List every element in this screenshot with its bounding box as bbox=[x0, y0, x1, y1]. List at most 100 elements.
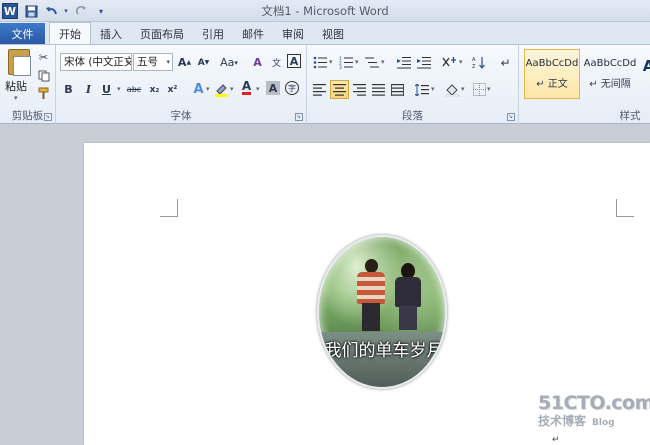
show-hide-marks-icon[interactable]: ↵ bbox=[497, 54, 514, 71]
align-center-button[interactable] bbox=[330, 80, 349, 99]
line-spacing-icon[interactable] bbox=[413, 81, 430, 98]
text-effects-dropdown-icon[interactable]: ▾ bbox=[206, 85, 210, 93]
change-case-icon[interactable]: Aa ▾ bbox=[218, 54, 240, 71]
shrink-font-icon[interactable]: A ▼ bbox=[195, 54, 212, 71]
italic-button[interactable]: I bbox=[80, 81, 97, 98]
font-name-dropdown-icon: ▾ bbox=[125, 58, 129, 66]
multilevel-list-dropdown-icon[interactable]: ▾ bbox=[381, 58, 385, 66]
numbering-icon[interactable]: 123 bbox=[337, 54, 354, 71]
font-size-dropdown-icon: ▾ bbox=[166, 58, 170, 66]
clipboard-group: 粘贴 ▾ ✂ 剪贴板 ↘ bbox=[0, 45, 56, 124]
styles-group: AaBbCcDd ↵ 正文 AaBbCcDd ↵ 无间隔 A 样式 bbox=[519, 45, 650, 124]
bullets-dropdown-icon[interactable]: ▾ bbox=[329, 58, 333, 66]
clipboard-launcher-icon[interactable]: ↘ bbox=[44, 113, 52, 121]
crop-mark-top-left bbox=[160, 199, 178, 217]
superscript-button[interactable]: x² bbox=[164, 81, 181, 98]
tab-references[interactable]: 引用 bbox=[193, 23, 233, 44]
increase-indent-icon[interactable] bbox=[415, 54, 432, 71]
font-group: 宋体 (中文正文) ▾ 五号 ▾ A ▲ A ▼ Aa ▾ A 文 A B I U ▾… bbox=[56, 45, 307, 124]
photo-person-left bbox=[357, 259, 385, 331]
text-effects-icon[interactable]: A bbox=[190, 81, 207, 98]
font-size-combo[interactable]: 五号 ▾ bbox=[133, 53, 173, 71]
font-color-dropdown-icon[interactable]: ▾ bbox=[256, 85, 260, 93]
tab-view[interactable]: 视图 bbox=[313, 23, 353, 44]
watermark-logo: 51CTO.com 技术博客 Blog bbox=[538, 392, 650, 429]
tab-mailings[interactable]: 邮件 bbox=[233, 23, 273, 44]
paragraph-launcher-icon[interactable]: ↘ bbox=[507, 113, 515, 121]
enclose-characters-icon[interactable]: 字 bbox=[285, 81, 299, 95]
quick-access-toolbar: W ▾ ▾ bbox=[0, 0, 112, 22]
character-shading-icon[interactable]: A bbox=[266, 81, 280, 95]
style-no-spacing-preview: AaBbCcDd bbox=[583, 58, 637, 69]
tab-home[interactable]: 开始 bbox=[49, 22, 91, 44]
clear-formatting-icon[interactable]: A bbox=[249, 54, 266, 71]
copy-icon[interactable] bbox=[35, 67, 52, 84]
sort-icon[interactable]: AZ bbox=[470, 54, 487, 71]
tab-insert[interactable]: 插入 bbox=[91, 23, 131, 44]
style-normal[interactable]: AaBbCcDd ↵ 正文 bbox=[524, 49, 580, 99]
paste-dropdown-icon[interactable]: ▾ bbox=[14, 94, 18, 102]
grow-font-icon[interactable]: A ▲ bbox=[176, 54, 193, 71]
align-left-button[interactable] bbox=[311, 81, 328, 98]
tab-file[interactable]: 文件 bbox=[0, 23, 45, 44]
paragraph-group-label: 段落 bbox=[402, 110, 423, 122]
numbering-dropdown-icon[interactable]: ▾ bbox=[355, 58, 359, 66]
title-bar: W ▾ ▾ 文档1 - Microsoft Word bbox=[0, 0, 650, 22]
customize-icon[interactable]: ▾ bbox=[92, 2, 110, 20]
borders-dropdown-icon[interactable]: ▾ bbox=[487, 85, 491, 93]
decrease-indent-icon[interactable] bbox=[395, 54, 412, 71]
shading-dropdown-icon[interactable]: ▾ bbox=[461, 85, 465, 93]
save-icon[interactable] bbox=[22, 2, 40, 20]
paste-button[interactable]: 粘贴 bbox=[5, 78, 27, 94]
highlight-dropdown-icon[interactable]: ▾ bbox=[230, 85, 234, 93]
highlight-icon[interactable] bbox=[213, 81, 230, 98]
circular-photo[interactable]: 我们的单车岁月 bbox=[317, 235, 447, 389]
justify-button[interactable] bbox=[370, 81, 387, 98]
borders-icon[interactable] bbox=[471, 81, 488, 98]
subscript-button[interactable]: x₂ bbox=[146, 81, 163, 98]
styles-group-label: 样式 bbox=[619, 110, 641, 122]
font-size-value: 五号 bbox=[137, 56, 158, 68]
crop-mark-top-right bbox=[616, 199, 634, 217]
tab-page-layout[interactable]: 页面布局 bbox=[131, 23, 193, 44]
line-spacing-dropdown-icon[interactable]: ▾ bbox=[431, 85, 435, 93]
svg-text:3: 3 bbox=[339, 65, 342, 69]
font-launcher-icon[interactable]: ↘ bbox=[295, 113, 303, 121]
svg-text:Z: Z bbox=[472, 64, 476, 69]
photo-caption: 我们的单车岁月 bbox=[324, 341, 444, 361]
font-color-icon[interactable]: A bbox=[238, 79, 255, 96]
strikethrough-button[interactable]: abc bbox=[124, 81, 144, 98]
style-no-spacing-name: 无间隔 bbox=[600, 79, 631, 90]
tab-review[interactable]: 审阅 bbox=[273, 23, 313, 44]
style-normal-name: 正文 bbox=[547, 79, 568, 90]
redo-icon[interactable] bbox=[72, 2, 90, 20]
distributed-button[interactable] bbox=[389, 81, 406, 98]
character-border-icon[interactable]: A bbox=[287, 54, 301, 68]
watermark-top: 51CTO.com bbox=[538, 392, 650, 414]
paste-icon[interactable] bbox=[8, 49, 31, 76]
cut-icon[interactable]: ✂ bbox=[35, 49, 52, 66]
font-name-value: 宋体 (中文正文) bbox=[64, 56, 132, 68]
chinese-layout-icon[interactable] bbox=[441, 54, 458, 71]
align-right-button[interactable] bbox=[351, 81, 368, 98]
paragraph-mark: ↵ bbox=[552, 435, 560, 445]
phonetic-guide-icon[interactable]: 文 bbox=[268, 54, 285, 71]
bold-button[interactable]: B bbox=[60, 81, 77, 98]
underline-button[interactable]: U bbox=[98, 81, 115, 98]
font-name-combo[interactable]: 宋体 (中文正文) ▾ bbox=[60, 53, 132, 71]
underline-dropdown-icon[interactable]: ▾ bbox=[117, 85, 121, 93]
paragraph-group: ▾ 123 ▾ ▾ ▾ AZ ↵ ▾ ▾ ▾ 段落 ↘ bbox=[307, 45, 519, 124]
undo-icon[interactable] bbox=[42, 2, 60, 20]
word-logo-icon[interactable]: W bbox=[2, 3, 18, 19]
ribbon: 粘贴 ▾ ✂ 剪贴板 ↘ 宋体 (中文正文) ▾ 五号 ▾ A ▲ A ▼ Aa ▾ … bbox=[0, 44, 650, 124]
bullets-icon[interactable] bbox=[311, 54, 328, 71]
style-heading-preview[interactable]: A bbox=[640, 57, 650, 75]
chinese-layout-dropdown-icon[interactable]: ▾ bbox=[459, 58, 463, 66]
format-painter-icon[interactable] bbox=[35, 85, 52, 102]
style-no-spacing[interactable]: AaBbCcDd ↵ 无间隔 bbox=[582, 49, 638, 99]
multilevel-list-icon[interactable] bbox=[363, 54, 380, 71]
undo-dropdown-icon[interactable]: ▾ bbox=[62, 2, 70, 20]
shading-icon[interactable] bbox=[444, 81, 461, 98]
font-group-label: 字体 bbox=[170, 110, 192, 122]
style-normal-preview: AaBbCcDd bbox=[525, 58, 579, 69]
